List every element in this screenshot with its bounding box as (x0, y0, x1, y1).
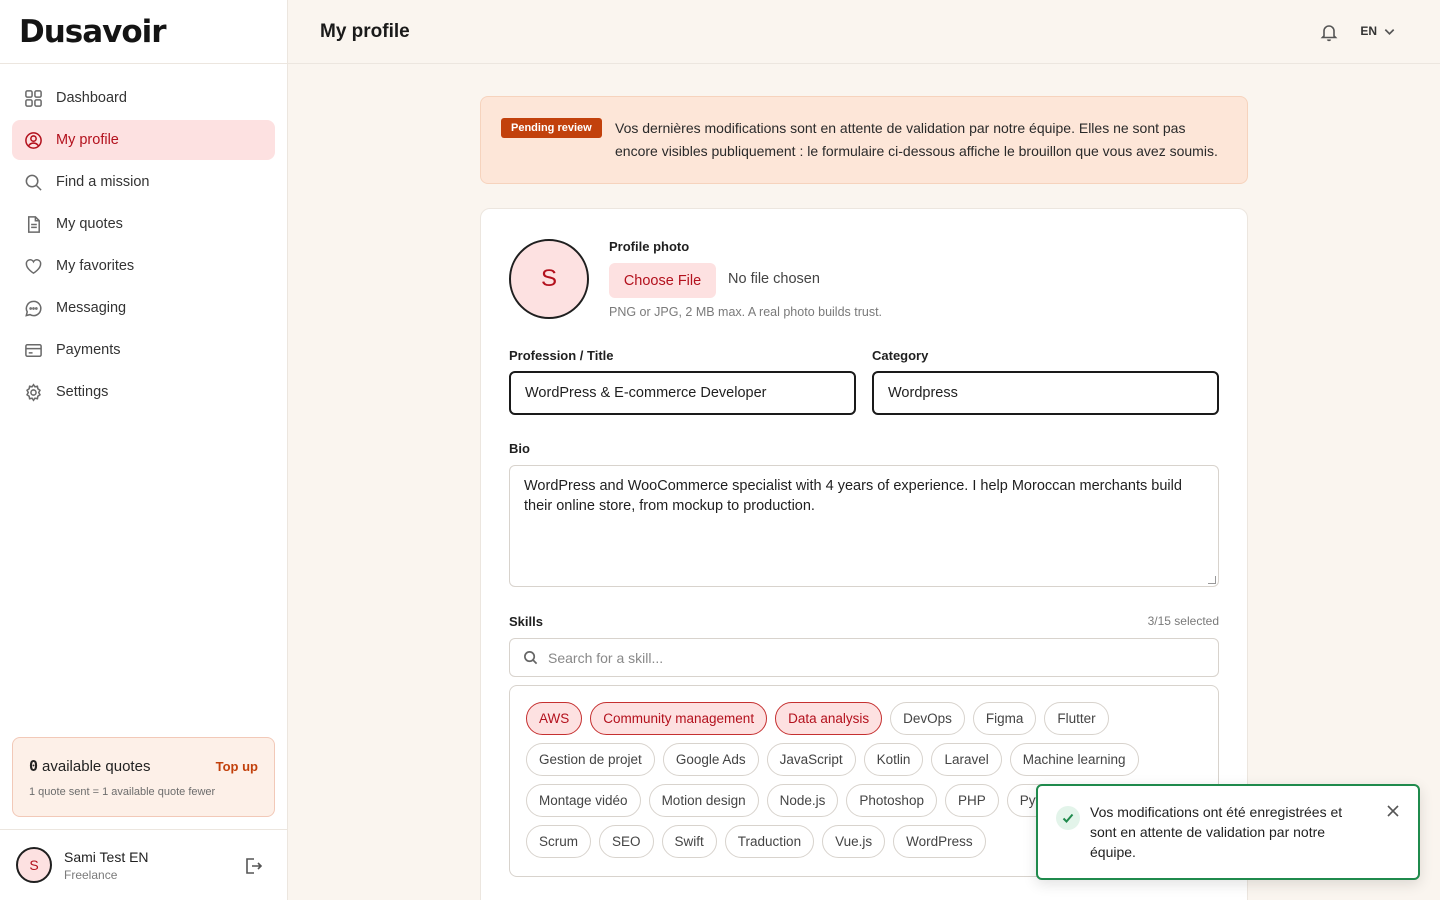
sidebar-nav: Dashboard My profile Find a mission My q… (0, 64, 287, 412)
pending-review-banner: Pending review Vos dernières modificatio… (480, 96, 1248, 184)
sidebar-item-label: My favorites (56, 258, 135, 274)
skill-search-input[interactable]: Search for a skill... (509, 638, 1219, 677)
skill-chip[interactable]: PHP (944, 784, 999, 817)
skill-chip[interactable]: Flutter (1044, 702, 1109, 735)
logo-text: Dusavoir (19, 13, 167, 50)
skill-chip[interactable]: AWS (526, 702, 583, 735)
no-file-text: No file chosen (728, 271, 820, 287)
sidebar-item-label: Find a mission (56, 174, 150, 190)
language-selector[interactable]: EN (1360, 24, 1396, 38)
resize-handle[interactable] (1208, 576, 1216, 584)
user-role: Freelance (64, 867, 118, 882)
quotes-label: available quotes (42, 758, 151, 775)
sidebar: Dusavoir Dashboard My profile Find a mis… (0, 0, 288, 900)
logout-icon (246, 858, 263, 874)
skill-chip[interactable]: Gestion de projet (526, 743, 655, 776)
top-up-link[interactable]: Top up (216, 759, 258, 774)
skill-chip[interactable]: WordPress (893, 825, 986, 858)
profile-photo-label: Profile photo (609, 239, 690, 254)
quotes-note: 1 quote sent = 1 available quote fewer (29, 786, 216, 798)
category-input[interactable]: Wordpress (872, 371, 1219, 415)
quotes-count: 0 (29, 757, 39, 775)
available-quotes-card: 0 available quotes Top up 1 quote sent = … (12, 737, 275, 817)
sidebar-item-my-quotes[interactable]: My quotes (12, 204, 275, 244)
profession-label: Profession / Title (509, 348, 614, 363)
status-badge: Pending review (501, 118, 602, 138)
sidebar-item-label: Settings (56, 384, 109, 400)
skill-chip[interactable]: Figma (972, 702, 1037, 735)
choose-file-button[interactable]: Choose File (609, 263, 716, 298)
skill-chip[interactable]: DevOps (890, 702, 965, 735)
search-icon (524, 651, 538, 665)
avatar[interactable]: S (16, 847, 52, 883)
skill-chip[interactable]: Laravel (931, 743, 1002, 776)
heart-icon (25, 258, 42, 274)
skill-chip[interactable]: JavaScript (766, 743, 856, 776)
page-title: My profile (320, 20, 410, 42)
check-icon (1056, 806, 1080, 830)
bio-text: WordPress and WooCommerce specialist wit… (524, 478, 1182, 514)
toast-message: Vos modifications ont été enregistrées e… (1090, 804, 1343, 860)
bio-label: Bio (509, 441, 530, 456)
sidebar-item-my-favorites[interactable]: My favorites (12, 246, 275, 286)
sidebar-item-dashboard[interactable]: Dashboard (12, 78, 275, 118)
user-name: Sami Test EN (64, 848, 149, 865)
sidebar-item-my-profile[interactable]: My profile (12, 120, 275, 160)
skill-search-placeholder: Search for a skill... (548, 649, 664, 666)
skill-chip[interactable]: Kotlin (863, 743, 924, 776)
sidebar-item-label: My quotes (56, 216, 123, 232)
skill-chip[interactable]: Motion design (648, 784, 759, 817)
skill-chip[interactable]: Swift (661, 825, 717, 858)
bell-icon (1320, 25, 1338, 42)
sidebar-item-label: Payments (56, 342, 121, 358)
photo-hint: PNG or JPG, 2 MB max. A real photo build… (609, 305, 883, 319)
dashboard-icon (25, 89, 42, 107)
skill-chip[interactable]: Google Ads (662, 743, 759, 776)
credit-card-icon (25, 343, 42, 357)
close-button[interactable] (1386, 804, 1400, 818)
category-label: Category (872, 348, 929, 363)
skills-count: 3/15 selected (1147, 614, 1219, 628)
sidebar-item-label: My profile (56, 132, 119, 148)
skill-chip[interactable]: SEO (599, 825, 654, 858)
sidebar-item-payments[interactable]: Payments (12, 330, 275, 370)
chat-icon (25, 300, 42, 317)
banner-text: Vos dernières modifications sont en atte… (615, 120, 1218, 159)
skill-chip[interactable]: Node.js (766, 784, 839, 817)
skill-chip[interactable]: Community management (590, 702, 768, 735)
close-icon (1387, 805, 1399, 817)
chevron-down-icon (1384, 28, 1395, 35)
quotes-count-text: 0 available quotes (29, 757, 150, 775)
user-bar: S Sami Test EN Freelance (0, 829, 287, 900)
bio-textarea[interactable]: WordPress and WooCommerce specialist wit… (509, 465, 1219, 587)
logo[interactable]: Dusavoir (0, 0, 287, 64)
skill-chip[interactable]: Photoshop (846, 784, 937, 817)
sidebar-item-messaging[interactable]: Messaging (12, 288, 275, 328)
sidebar-item-settings[interactable]: Settings (12, 372, 275, 412)
skill-chip[interactable]: Traduction (724, 825, 815, 858)
sidebar-item-find-a-mission[interactable]: Find a mission (12, 162, 275, 202)
skill-chip[interactable]: Scrum (526, 825, 592, 858)
search-icon (25, 174, 42, 191)
skills-label: Skills (509, 614, 543, 629)
skill-chip[interactable]: Machine learning (1009, 743, 1139, 776)
language-label: EN (1360, 24, 1377, 38)
profile-avatar: S (509, 239, 589, 319)
user-circle-icon (25, 131, 42, 149)
document-icon (27, 215, 40, 233)
notifications-button[interactable] (1319, 22, 1339, 42)
success-toast: Vos modifications ont été enregistrées e… (1036, 784, 1420, 880)
sidebar-item-label: Messaging (56, 300, 127, 316)
skill-chip[interactable]: Data analysis (775, 702, 883, 735)
gear-icon (26, 382, 41, 402)
skill-chip[interactable]: Montage vidéo (526, 784, 641, 817)
skill-chip[interactable]: Vue.js (822, 825, 886, 858)
profession-input[interactable]: WordPress & E-commerce Developer (509, 371, 856, 415)
logout-button[interactable] (243, 856, 263, 876)
top-header: My profile EN (288, 0, 1440, 64)
sidebar-item-label: Dashboard (56, 90, 127, 106)
